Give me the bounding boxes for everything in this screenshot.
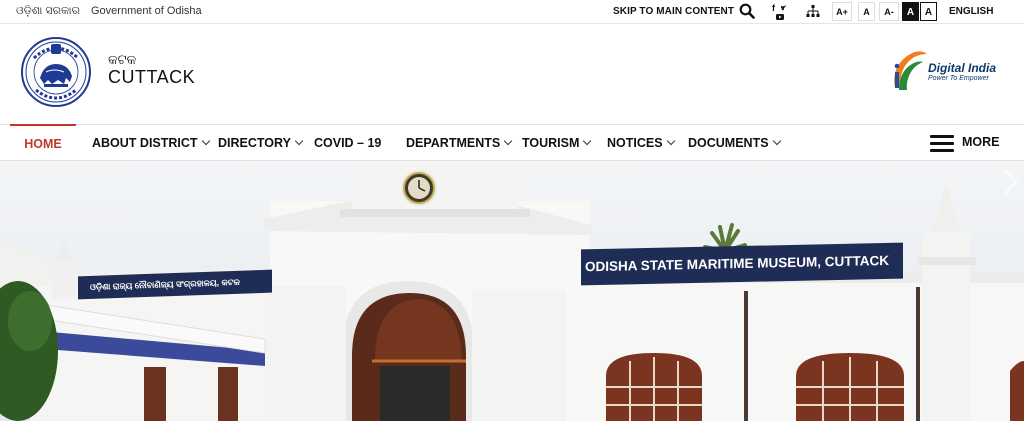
skip-to-main-content-link[interactable]: SKIP TO MAIN CONTENT xyxy=(613,6,734,17)
nav-home-label: HOME xyxy=(24,137,62,151)
language-switch-link[interactable]: ENGLISH xyxy=(949,6,993,17)
nav-tourism-label: TOURISM xyxy=(522,136,580,150)
sitemap-icon[interactable] xyxy=(806,5,820,19)
top-utility-bar: ଓଡ଼ିଶା ସରକାର Government of Odisha SKIP T… xyxy=(0,0,1024,24)
government-english-label: Government of Odisha xyxy=(91,5,202,17)
chevron-down-icon xyxy=(503,136,513,146)
search-icon[interactable] xyxy=(739,3,755,19)
odisha-emblem-logo[interactable] xyxy=(20,34,92,110)
government-odia-label: ଓଡ଼ିଶା ସରକାର xyxy=(16,5,80,17)
nav-directory-label: DIRECTORY xyxy=(218,136,291,150)
normal-contrast-button[interactable]: A xyxy=(920,2,937,21)
hamburger-menu-icon xyxy=(930,135,954,153)
nav-home[interactable]: HOME xyxy=(10,124,76,160)
digital-india-tagline: Power To Empower xyxy=(928,75,989,82)
digital-india-mark-icon xyxy=(894,51,927,90)
nav-documents-label: DOCUMENTS xyxy=(688,136,769,150)
chevron-down-icon xyxy=(583,136,592,146)
svg-text:f: f xyxy=(772,3,776,13)
font-size-decrease-button[interactable]: A- xyxy=(879,2,899,21)
chevron-down-icon xyxy=(294,136,304,146)
nav-documents[interactable]: DOCUMENTS xyxy=(688,125,781,161)
nav-covid-19[interactable]: COVID – 19 xyxy=(314,125,381,161)
more-label: MORE xyxy=(962,135,1000,149)
nav-about-district-label: ABOUT DISTRICT xyxy=(92,136,198,150)
social-media-icon[interactable]: f xyxy=(770,3,792,21)
chevron-down-icon xyxy=(666,136,675,146)
nav-notices[interactable]: NOTICES xyxy=(607,125,675,161)
district-name[interactable]: CUTTACK xyxy=(108,67,195,88)
chevron-down-icon xyxy=(772,136,781,146)
nav-about-district[interactable]: ABOUT DISTRICT xyxy=(92,125,210,161)
site-header: କଟକ CUTTACK Digital India Power To Empow… xyxy=(0,25,1024,124)
nav-covid-19-label: COVID – 19 xyxy=(314,136,382,150)
font-size-normal-button[interactable]: A xyxy=(858,2,875,21)
nav-notices-label: NOTICES xyxy=(607,136,663,150)
nav-directory[interactable]: DIRECTORY xyxy=(218,125,304,161)
main-navigation: HOME ABOUT DISTRICT DIRECTORY COVID – 19… xyxy=(0,124,1024,161)
chevron-down-icon xyxy=(201,136,210,146)
font-size-increase-button[interactable]: A+ xyxy=(832,2,852,21)
hero-banner-slider[interactable]: ଓଡ଼ିଶା ରାଜ୍ୟ ନୌବାଣିଜ୍ୟ ସଂଗ୍ରହାଳୟ, କଟକ OD… xyxy=(0,161,1024,421)
nav-departments[interactable]: DEPARTMENTS xyxy=(406,125,513,161)
digital-india-title: Digital India xyxy=(928,61,997,75)
nav-tourism[interactable]: TOURISM xyxy=(522,125,592,161)
nav-departments-label: DEPARTMENTS xyxy=(406,136,501,150)
high-contrast-button[interactable]: A xyxy=(902,2,919,21)
district-name-odia: କଟକ xyxy=(108,52,137,67)
museum-sign-english: ODISHA STATE MARITIME MUSEUM, CUTTACK xyxy=(581,242,903,286)
